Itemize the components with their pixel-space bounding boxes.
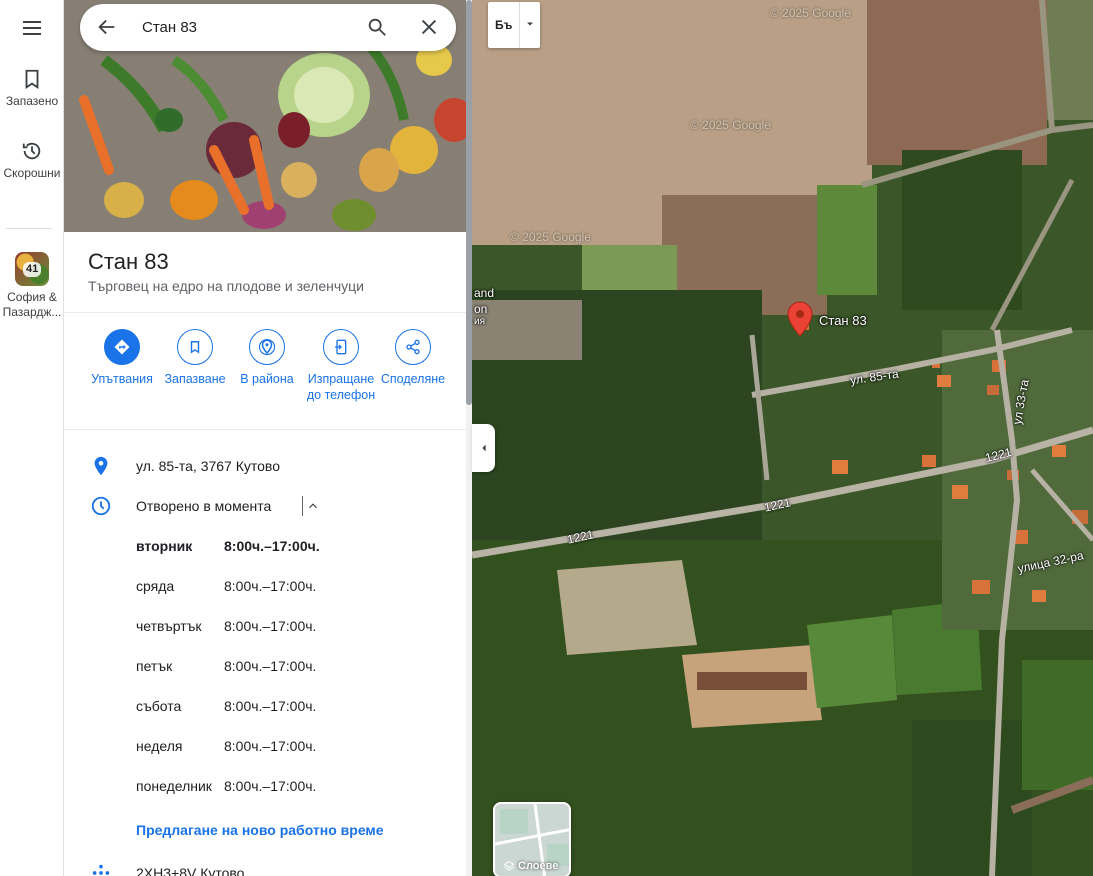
hours-row[interactable]: Отворено в момента xyxy=(64,491,466,521)
hours-time: 8:00ч.–17:00ч. xyxy=(224,698,317,714)
satellite-imagery xyxy=(472,0,1093,876)
open-status-text: Отворено в момента xyxy=(136,498,272,514)
hours-day: понеделник xyxy=(136,778,212,794)
recent-place-badge: 41 xyxy=(23,262,42,277)
language-label: Бъ xyxy=(495,18,513,32)
street-label: ия xyxy=(474,316,486,327)
hours-day: сряда xyxy=(136,578,175,594)
map-watermark: © 2025 Google xyxy=(510,230,591,244)
recent-button[interactable]: Скорошни xyxy=(0,140,64,181)
menu-button[interactable] xyxy=(0,16,64,40)
collapse-panel-button[interactable] xyxy=(472,424,495,472)
divider xyxy=(64,429,466,430)
saved-button[interactable]: Запазено xyxy=(0,68,64,109)
send-to-phone-icon xyxy=(323,329,359,365)
saved-label: Запазено xyxy=(5,94,59,108)
layers-button[interactable]: Слоеве xyxy=(493,802,571,876)
hours-day: неделя xyxy=(136,738,183,754)
bookmark-icon xyxy=(25,69,39,89)
location-pin-icon xyxy=(94,456,108,476)
layers-label: Слоеве xyxy=(518,860,559,872)
address-text: ул. 85-та, 3767 Кутово xyxy=(136,458,280,474)
divider xyxy=(64,312,466,313)
nearby-icon xyxy=(249,329,285,365)
recent-place-label: София & Пазардж... xyxy=(2,290,62,319)
satellite-map[interactable]: © 2025 Google © 2025 Google © 2025 Googl… xyxy=(472,0,1093,876)
language-toggle-button[interactable]: Бъ xyxy=(488,2,540,48)
hours-divider xyxy=(302,496,303,516)
chevron-up-icon[interactable] xyxy=(306,499,320,513)
recent-label: Скорошни xyxy=(3,166,61,180)
recent-place-item[interactable]: 41 София & Пазардж... xyxy=(0,252,64,320)
share-button[interactable]: Споделяне xyxy=(368,329,458,387)
directions-label: Упътвания xyxy=(91,372,153,386)
clock-icon xyxy=(91,496,111,516)
close-icon[interactable] xyxy=(418,16,440,38)
send-to-phone-label: Изпращане до телефон xyxy=(306,372,376,402)
caret-down-icon[interactable] xyxy=(524,18,536,30)
place-category[interactable]: Търговец на едро на плодове и зеленчуци xyxy=(88,278,364,294)
save-label: Запазване xyxy=(164,372,226,386)
hours-time: 8:00ч.–17:00ч. xyxy=(224,658,317,674)
search-bar xyxy=(80,4,456,51)
hours-time: 8:00ч.–17:00ч. xyxy=(224,538,320,554)
search-input[interactable] xyxy=(142,16,352,38)
place-pin-label[interactable]: Стан 83 xyxy=(819,313,867,328)
hamburger-menu-icon xyxy=(23,21,41,35)
share-label: Споделяне xyxy=(380,372,446,386)
hours-day: събота xyxy=(136,698,182,714)
recent-place-thumbnail: 41 xyxy=(15,252,49,286)
layers-icon xyxy=(503,860,515,871)
address-row[interactable]: ул. 85-та, 3767 Кутово xyxy=(64,451,466,481)
back-arrow-icon[interactable] xyxy=(96,16,118,38)
hours-time: 8:00ч.–17:00ч. xyxy=(224,778,317,794)
place-panel: Стан 83 Търговец на едро на плодове и зе… xyxy=(64,0,466,876)
hours-time: 8:00ч.–17:00ч. xyxy=(224,578,317,594)
place-title: Стан 83 xyxy=(88,249,169,274)
street-label: on xyxy=(474,302,488,316)
nearby-label: В района xyxy=(240,372,294,386)
rail-divider xyxy=(6,228,52,229)
directions-icon xyxy=(104,329,140,365)
hours-time: 8:00ч.–17:00ч. xyxy=(224,738,317,754)
share-icon xyxy=(395,329,431,365)
hours-time: 8:00ч.–17:00ч. xyxy=(224,618,317,634)
history-icon xyxy=(22,142,41,160)
left-rail: Запазено Скорошни 41 София & Пазардж... xyxy=(0,0,64,876)
plus-code-icon xyxy=(92,864,110,875)
search-icon[interactable] xyxy=(366,16,388,38)
place-hero-image[interactable] xyxy=(64,0,466,232)
hours-day: вторник xyxy=(136,538,193,554)
hours-day: четвъртък xyxy=(136,618,202,634)
plus-code-text: 2XH3+8V Кутово xyxy=(136,865,245,876)
map-watermark: © 2025 Google xyxy=(770,6,851,20)
chevron-left-icon xyxy=(481,444,486,452)
plus-code-row[interactable]: 2XH3+8V Кутово xyxy=(64,858,466,876)
hours-day: петък xyxy=(136,658,173,674)
map-watermark: © 2025 Google xyxy=(690,118,771,132)
layers-label-wrap: Слоеве xyxy=(503,860,558,872)
suggest-hours-link[interactable]: Предлагане на ново работно време xyxy=(136,822,384,838)
bookmark-icon xyxy=(177,329,213,365)
street-label: and xyxy=(474,286,495,300)
language-divider xyxy=(519,2,520,48)
